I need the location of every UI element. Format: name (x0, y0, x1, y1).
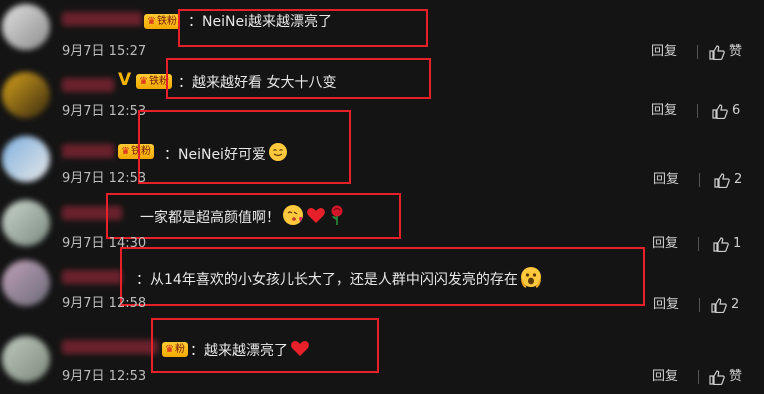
reply-button[interactable]: 回复 (651, 44, 677, 60)
username-blurred[interactable] (62, 78, 114, 92)
comment-item: ：从14年喜欢的小女孩儿长大了，还是人群中闪闪发亮的存在 9月7日 12:58 … (0, 247, 764, 316)
highlight-box (138, 110, 351, 184)
crown-icon: ♛ (147, 16, 156, 27)
reply-button[interactable]: 回复 (653, 297, 679, 313)
divider (699, 173, 700, 187)
comment-item: ♛铁粉 ：NeiNei越来越漂亮了 9月7日 15:27 回复 赞 (0, 0, 764, 66)
thumbs-up-icon (709, 44, 725, 60)
divider (697, 104, 698, 118)
comment-item: V ♛铁粉 ：越来越好看 女大十八变 9月7日 12:53 回复 6 (0, 58, 764, 128)
comment-item: ♛粉 ：越来越漂亮了 9月7日 12:53 回复 赞 (0, 316, 764, 394)
thumbs-up-icon (714, 172, 730, 188)
reply-button[interactable]: 回复 (652, 236, 678, 252)
highlight-box (120, 247, 645, 306)
like-button[interactable]: 赞 (709, 369, 742, 385)
username-blurred[interactable] (62, 144, 114, 158)
thumbs-up-icon (711, 297, 727, 313)
comment-date: 9月7日 12:53 (62, 369, 147, 384)
avatar[interactable] (2, 336, 50, 382)
like-button[interactable]: 2 (711, 297, 739, 313)
fan-badge[interactable]: ♛铁粉 (144, 14, 180, 29)
thumbs-up-icon (712, 103, 728, 119)
highlight-box (106, 193, 401, 239)
like-button[interactable]: 赞 (709, 44, 742, 60)
divider (699, 298, 700, 312)
comment-item: ♛铁粉 ：NeiNei好可爱 9月7日 12:53 回复 2 (0, 110, 764, 190)
crown-icon: ♛ (121, 146, 130, 157)
like-button[interactable]: 1 (713, 236, 741, 252)
divider (698, 237, 699, 251)
comment-date: 9月7日 12:53 (62, 171, 147, 186)
reply-button[interactable]: 回复 (653, 172, 679, 188)
crown-icon: ♛ (139, 76, 148, 87)
reply-button[interactable]: 回复 (652, 369, 678, 385)
avatar[interactable] (2, 72, 50, 118)
avatar[interactable] (2, 260, 50, 306)
divider (698, 370, 699, 384)
comment-item: 一家都是超高颜值啊！ 9月7日 14:30 回复 1 (0, 190, 764, 252)
comment-date: 9月7日 15:27 (62, 44, 147, 59)
vip-badge[interactable]: V (118, 71, 131, 89)
comment-date: 9月7日 12:58 (62, 296, 147, 311)
highlight-box (151, 318, 379, 373)
highlight-box (166, 58, 431, 99)
thumbs-up-icon (713, 236, 729, 252)
username-blurred[interactable] (62, 270, 122, 284)
username-blurred[interactable] (62, 340, 158, 354)
avatar[interactable] (2, 136, 50, 182)
username-blurred[interactable] (62, 12, 142, 26)
avatar[interactable] (2, 4, 50, 50)
reply-button[interactable]: 回复 (651, 103, 677, 119)
highlight-box (178, 9, 428, 47)
thumbs-up-icon (709, 369, 725, 385)
divider (697, 45, 698, 59)
avatar[interactable] (2, 200, 50, 246)
like-button[interactable]: 6 (712, 103, 740, 119)
like-button[interactable]: 2 (714, 172, 742, 188)
comment-date: 9月7日 12:53 (62, 104, 147, 119)
